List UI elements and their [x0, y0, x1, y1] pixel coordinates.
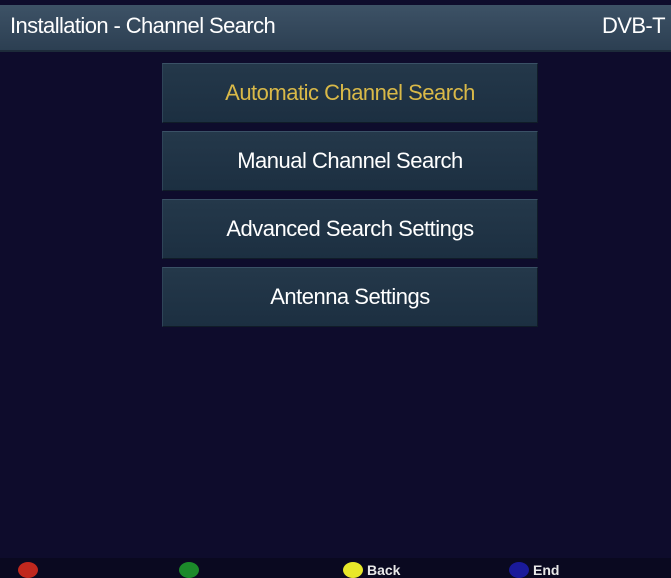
channel-search-menu: Automatic Channel Search Manual Channel …	[162, 63, 538, 335]
end-key-button[interactable]: End	[509, 562, 559, 578]
tv-screen: Installation - Channel Search DVB-T Auto…	[0, 0, 671, 578]
green-dot-icon	[179, 562, 199, 578]
end-key-label: End	[533, 562, 560, 578]
back-key-label: Back	[367, 562, 401, 578]
green-key-button[interactable]	[179, 562, 203, 578]
menu-item-antenna-settings[interactable]: Antenna Settings	[162, 267, 538, 327]
menu-item-manual-channel-search[interactable]: Manual Channel Search	[162, 131, 538, 191]
menu-item-advanced-search-settings[interactable]: Advanced Search Settings	[162, 199, 538, 259]
color-key-bar: Back End	[0, 558, 671, 578]
menu-item-automatic-channel-search[interactable]: Automatic Channel Search	[162, 63, 538, 123]
blue-dot-icon	[509, 562, 529, 578]
yellow-dot-icon	[343, 562, 363, 578]
back-key-button[interactable]: Back	[343, 562, 400, 578]
signal-mode-label: DVB-T	[601, 13, 666, 38]
red-key-button[interactable]	[18, 562, 42, 578]
page-title: Installation - Channel Search	[10, 13, 276, 38]
red-dot-icon	[18, 562, 38, 578]
header-bar: Installation - Channel Search DVB-T	[0, 5, 671, 52]
